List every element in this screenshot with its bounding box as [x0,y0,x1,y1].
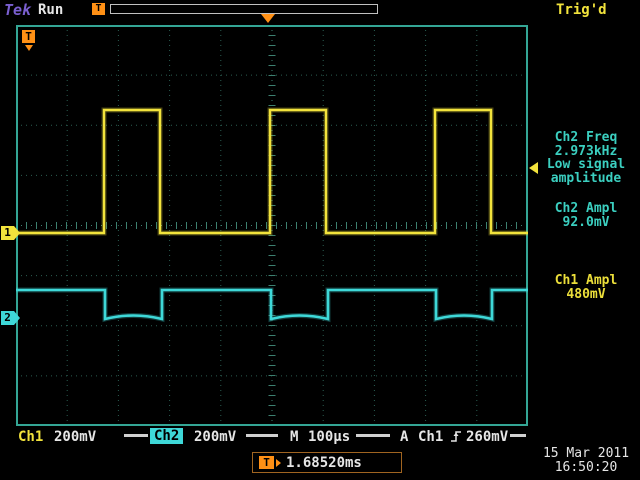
ch2-freq-label: Ch2 Freq [534,131,638,145]
delay-arrow-icon [276,459,281,467]
waveform-display [16,25,528,426]
trigger-source-label: Ch1 [418,429,443,445]
ch1-ground-marker: 1 [1,226,14,240]
ch2-freq-value: 2.973kHz [534,145,638,159]
ch1-ampl-value: 480mV [534,288,638,302]
horizontal-delay-readout: T 1.68520ms [252,452,402,473]
ch1-ampl-label: Ch1 Ampl [534,274,638,288]
status-separator [356,434,390,437]
trigger-marker-letter: T [25,30,32,43]
trigger-letter: T [95,3,101,14]
time-label: 16:50:20 [536,461,636,475]
trigger-mode-label: A [400,429,408,445]
status-separator [124,434,148,437]
timebase-label: M [290,429,298,445]
ch2-channel-label: Ch2 [150,428,183,444]
trigger-source-marker: T [22,30,35,43]
ch2-ampl-label: Ch2 Ampl [534,202,638,216]
trigger-state-label: Trig'd [556,2,607,18]
trigger-position-arrow-icon [261,14,275,23]
ch1-marker-arrow-icon [14,226,20,240]
ch1-marker-label: 1 [4,226,11,239]
acquisition-record-bar [110,4,378,14]
trigger-marker-arrow-icon [25,45,33,51]
graticule [16,25,528,426]
trigger-level-value: 260mV [466,429,508,445]
ch2-ground-marker: 2 [1,311,14,325]
ch2-volts-per-div: 200mV [194,429,236,445]
warning-line-1: Low signal [534,158,638,172]
datetime-display: 15 Mar 2011 16:50:20 [536,447,636,475]
timebase-value: 100µs [308,429,350,445]
ch1-volts-per-div: 200mV [54,429,96,445]
ch2-marker-label: 2 [4,311,11,324]
measurement-panel: Ch2 Freq 2.973kHz Low signal amplitude C… [534,131,638,301]
status-separator [246,434,278,437]
delay-time-value: 1.68520ms [286,455,362,471]
ch1-channel-label: Ch1 [18,429,43,445]
oscilloscope-screen: Tek Run T Trig'd T 1 2 Ch2 Freq 2.973kHz… [0,0,640,480]
ch2-marker-arrow-icon [14,311,20,325]
brand-logo: Tek [4,1,31,19]
acquisition-status: Run [38,2,63,18]
delay-trigger-icon: T [259,456,274,469]
warning-line-2: amplitude [534,172,638,186]
date-label: 15 Mar 2011 [536,447,636,461]
status-separator [510,434,526,437]
trigger-icon: T [92,3,105,15]
ch2-ampl-value: 92.0mV [534,216,638,230]
rising-edge-icon [449,429,463,444]
